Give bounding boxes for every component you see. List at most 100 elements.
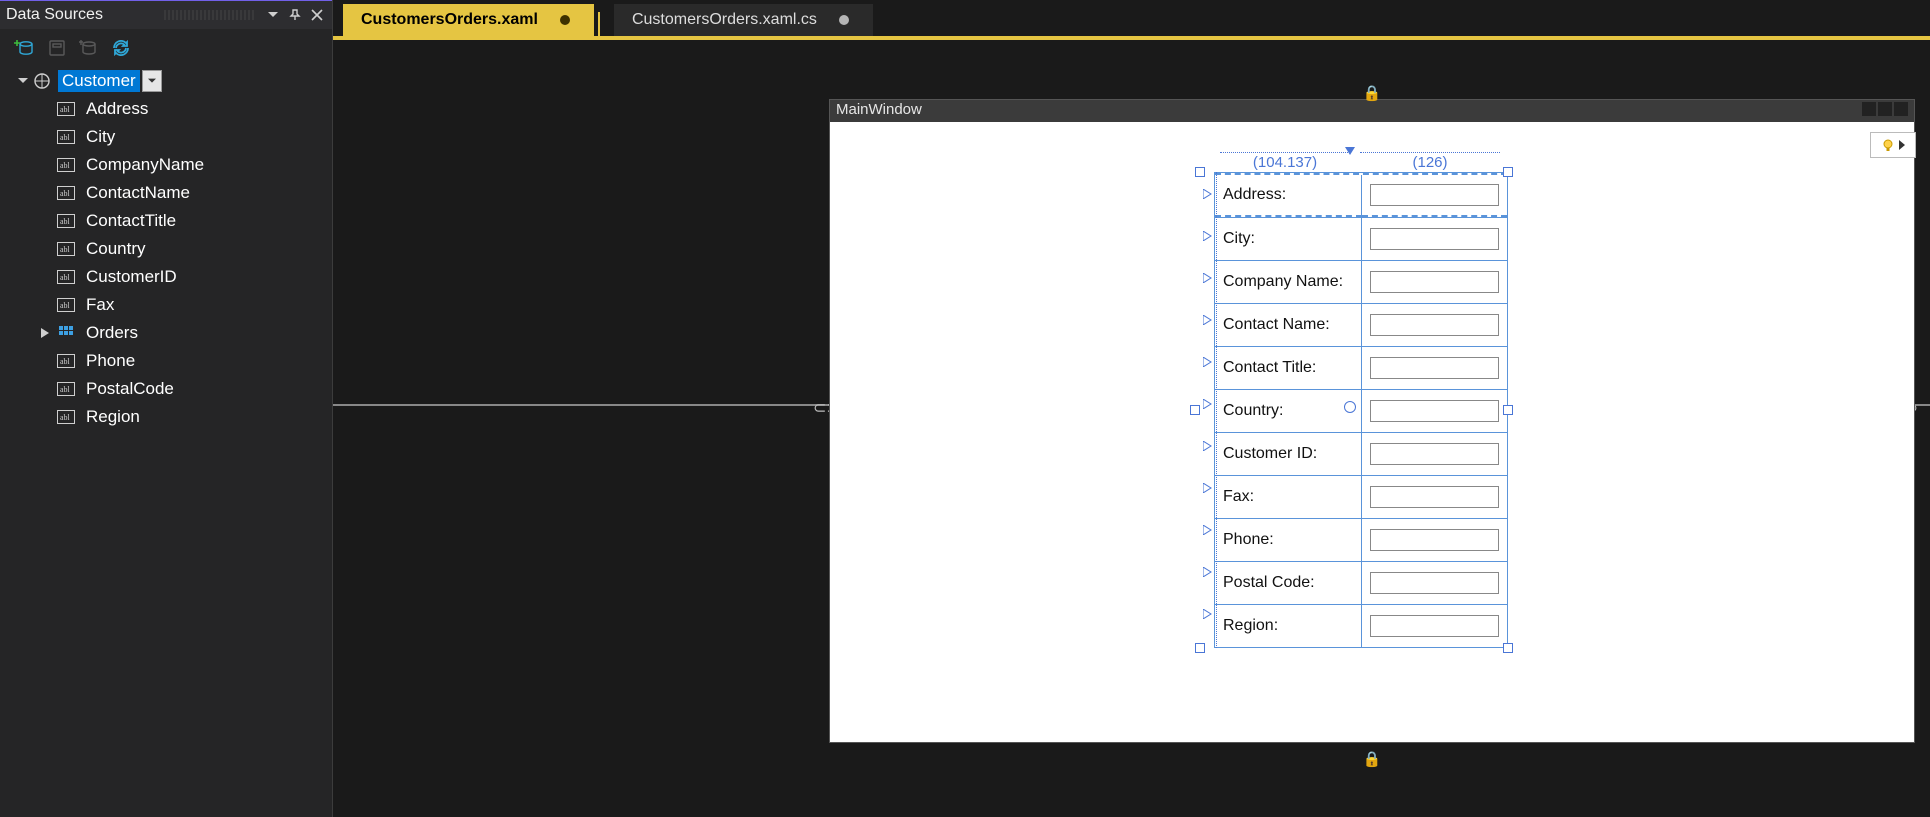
resize-handle[interactable]: [1195, 167, 1205, 177]
tree-node-contactname[interactable]: ablContactName: [2, 179, 330, 207]
form-label: Fax:: [1215, 476, 1362, 518]
tree-label[interactable]: Country: [82, 238, 150, 260]
column-measure: (126): [1360, 152, 1500, 171]
tree-label[interactable]: CompanyName: [82, 154, 208, 176]
text-input[interactable]: [1370, 400, 1499, 422]
tab-customersorders-xaml-cs[interactable]: CustomersOrders.xaml.cs: [614, 4, 873, 36]
tree-node-orders[interactable]: Orders: [2, 319, 330, 347]
text-input[interactable]: [1370, 184, 1499, 206]
tree-label[interactable]: Orders: [82, 322, 142, 344]
field-type-dropdown[interactable]: [142, 70, 162, 92]
row-marker-icon: [1202, 272, 1214, 284]
document-tab-strip: CustomersOrders.xaml CustomersOrders.xam…: [333, 0, 1930, 40]
form-grid[interactable]: Address:City:Company Name:Contact Name:C…: [1214, 172, 1508, 648]
panel-title-bar[interactable]: Data Sources: [0, 0, 332, 29]
configure-datasource-icon[interactable]: [78, 37, 100, 59]
tab-customersorders-xaml[interactable]: CustomersOrders.xaml: [343, 4, 594, 36]
resize-handle[interactable]: [1503, 405, 1513, 415]
refresh-icon[interactable]: [110, 37, 132, 59]
tree-label[interactable]: Customer: [58, 70, 140, 92]
form-row[interactable]: Phone:: [1215, 518, 1507, 561]
tree-node-fax[interactable]: ablFax: [2, 291, 330, 319]
tree-node-city[interactable]: abl City: [2, 123, 330, 151]
row-marker-icon: [1202, 356, 1214, 368]
expand-icon[interactable]: [38, 326, 52, 340]
lock-icon: 🔒: [1366, 86, 1378, 100]
tree-node-contacttitle[interactable]: abl ContactTitle: [2, 207, 330, 235]
xaml-designer-surface[interactable]: ⊂⊃ ⊂⊃ MainWindow 🔒 🔒: [333, 40, 1930, 817]
resize-handle[interactable]: [1190, 405, 1200, 415]
expand-icon[interactable]: [16, 74, 30, 88]
svg-text:abl: abl: [60, 133, 71, 142]
form-input-cell: [1362, 304, 1507, 346]
form-row[interactable]: Country:: [1215, 389, 1507, 432]
tree-label[interactable]: City: [82, 126, 119, 148]
form-row[interactable]: Address:: [1215, 173, 1507, 217]
tree-node-postalcode[interactable]: abl PostalCode: [2, 375, 330, 403]
text-input[interactable]: [1370, 357, 1499, 379]
form-row[interactable]: City:: [1215, 217, 1507, 260]
text-input[interactable]: [1370, 529, 1499, 551]
tree-label[interactable]: PostalCode: [82, 378, 178, 400]
panel-dropdown-icon[interactable]: [264, 6, 282, 24]
text-field-icon: abl: [56, 211, 76, 231]
svg-text:abl: abl: [60, 245, 71, 254]
row-marker-icon: [1202, 566, 1214, 578]
form-input-cell: [1362, 175, 1507, 217]
tree-node-country[interactable]: abl Country: [2, 235, 330, 263]
row-marker-icon: [1202, 524, 1214, 536]
row-marker-icon: [1202, 398, 1214, 410]
panel-title: Data Sources: [6, 6, 158, 24]
pin-icon[interactable]: [286, 6, 304, 24]
text-input[interactable]: [1370, 314, 1499, 336]
data-sources-tree[interactable]: Customer ablAddressablCityablCompanyName…: [0, 63, 332, 435]
column-width-value: (126): [1412, 154, 1447, 171]
tree-node-companyname[interactable]: abl CompanyName: [2, 151, 330, 179]
quick-actions-hint[interactable]: [1870, 132, 1916, 158]
tree-node-region[interactable]: ablRegion: [2, 403, 330, 431]
tree-node-customer[interactable]: Customer: [2, 67, 330, 95]
form-row[interactable]: Contact Name:: [1215, 303, 1507, 346]
row-marker-icon: [1202, 314, 1214, 326]
text-input[interactable]: [1370, 615, 1499, 637]
text-input[interactable]: [1370, 271, 1499, 293]
window-max-icon: [1878, 102, 1892, 116]
close-icon[interactable]: [308, 6, 326, 24]
text-input[interactable]: [1370, 572, 1499, 594]
form-row[interactable]: Postal Code:: [1215, 561, 1507, 604]
tree-label[interactable]: ContactName: [82, 182, 194, 204]
svg-text:abl: abl: [60, 161, 71, 170]
text-input[interactable]: [1370, 228, 1499, 250]
form-row[interactable]: Customer ID:: [1215, 432, 1507, 475]
add-datasource-icon[interactable]: [14, 37, 36, 59]
tree-node-address[interactable]: ablAddress: [2, 95, 330, 123]
form-row[interactable]: Region:: [1215, 604, 1507, 647]
tree-label[interactable]: Address: [82, 98, 152, 120]
window-canvas[interactable]: MainWindow 🔒 🔒 (104.137): [830, 100, 1914, 742]
tree-label[interactable]: Fax: [82, 294, 118, 316]
text-field-icon: abl: [56, 127, 76, 147]
text-field-icon: abl: [56, 379, 76, 399]
form-label: Postal Code:: [1215, 562, 1362, 604]
window-buttons: [1862, 102, 1908, 116]
tree-label[interactable]: Region: [82, 406, 144, 428]
resize-handle[interactable]: [1503, 167, 1513, 177]
text-input[interactable]: [1370, 486, 1499, 508]
tree-label[interactable]: CustomerID: [82, 266, 181, 288]
form-row[interactable]: Fax:: [1215, 475, 1507, 518]
tree-label[interactable]: Phone: [82, 350, 139, 372]
form-input-cell: [1362, 218, 1507, 260]
dropped-grid-selection[interactable]: (104.137) (126) Address:City:Co: [1200, 172, 1508, 648]
form-label: Country:: [1215, 390, 1362, 432]
text-input[interactable]: [1370, 443, 1499, 465]
tree-label[interactable]: ContactTitle: [82, 210, 180, 232]
form-row[interactable]: Contact Title:: [1215, 346, 1507, 389]
form-input-cell: [1362, 261, 1507, 303]
row-marker-icon: [1202, 440, 1214, 452]
edit-datasource-icon[interactable]: [46, 37, 68, 59]
form-row[interactable]: Company Name:: [1215, 260, 1507, 303]
tree-node-customerid[interactable]: ablCustomerID: [2, 263, 330, 291]
resize-handle[interactable]: [1195, 643, 1205, 653]
resize-handle[interactable]: [1503, 643, 1513, 653]
tree-node-phone[interactable]: ablPhone: [2, 347, 330, 375]
